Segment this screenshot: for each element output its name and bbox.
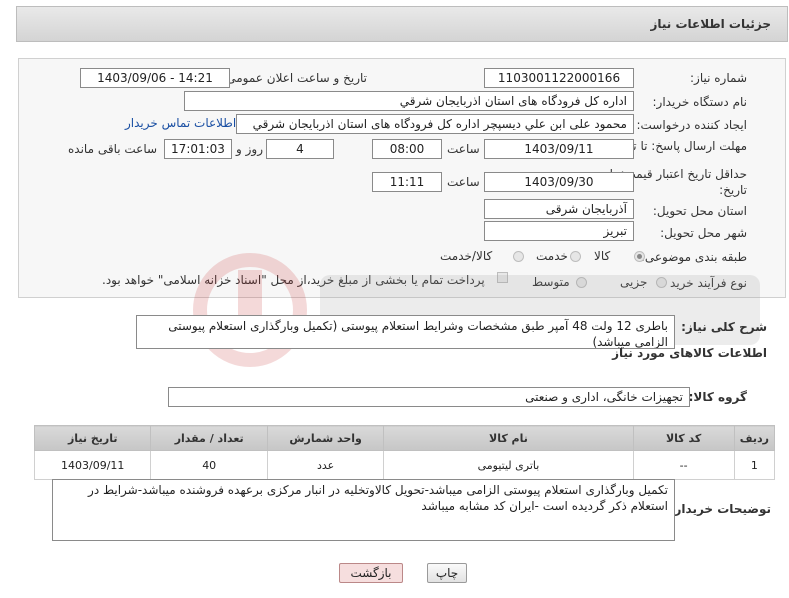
col-name: نام کالا — [383, 425, 634, 451]
page-title: جزئیات اطلاعات نیاز — [650, 17, 771, 31]
col-index: ردیف — [733, 425, 776, 451]
days-field: 4 — [266, 139, 334, 159]
creator-field: محمود علی ابن علي ديسپچر اداره کل فرودگا… — [236, 114, 634, 134]
category-radio-goods-service[interactable] — [513, 251, 524, 262]
col-unit: واحد شمارش — [266, 425, 385, 451]
col-date: تاریخ نیاز — [33, 425, 152, 451]
remaining-time-field: 17:01:03 — [164, 139, 232, 159]
col-qty: تعداد / مقدار — [150, 425, 268, 451]
buyer-org-field: اداره کل فرودگاه های استان اذربایجان شرق… — [184, 91, 634, 111]
description-textarea: باطری 12 ولت 48 آمپر طبق مشخصات وشرایط ا… — [136, 315, 675, 349]
category-radio-service[interactable] — [570, 251, 581, 262]
row-index: 1 — [733, 450, 776, 480]
province-field: آذربایجان شرقی — [484, 199, 634, 219]
category-radio-goods[interactable] — [634, 251, 645, 262]
process-radio-minor[interactable] — [656, 277, 667, 288]
category-option-goods: کالا — [594, 249, 611, 263]
row-qty: 40 — [150, 450, 268, 480]
back-button[interactable]: بازگشت — [339, 563, 403, 583]
buyer-notes-label: توضیحات خریدار: — [669, 502, 771, 516]
goods-group-field: تجهیزات خانگی، اداری و صنعتی — [168, 387, 690, 407]
remaining-label: ساعت باقی مانده — [68, 142, 158, 156]
goods-group-label: گروه کالا: — [688, 390, 747, 404]
category-option-goods-service: کالا/خدمت — [440, 249, 493, 263]
deadline-time-label: ساعت — [447, 142, 480, 156]
row-unit: عدد — [266, 450, 385, 480]
row-name: باتری لیتیومی — [383, 450, 634, 480]
process-option-medium: متوسط — [532, 275, 570, 289]
buyer-org-label: نام دستگاه خریدار: — [652, 95, 748, 109]
row-code: -- — [632, 450, 735, 480]
buyer-notes-textarea: تکمیل وبارگذاری استعلام پیوستی الزامی می… — [52, 479, 675, 541]
col-code: کد کالا — [632, 425, 735, 451]
print-button[interactable]: چاپ — [427, 563, 467, 583]
goods-section-title: اطلاعات کالاهای مورد نیاز — [612, 346, 767, 360]
announce-field: 1403/09/06 - 14:21 — [80, 68, 230, 88]
description-label: شرح کلی نیاز: — [681, 320, 767, 334]
creator-label: ایجاد کننده درخواست: — [636, 118, 747, 132]
category-option-service: خدمت — [536, 249, 568, 263]
contact-info-link[interactable]: اطلاعات تماس خریدار — [125, 116, 236, 130]
process-option-minor: جزیی — [620, 275, 648, 289]
validity-time-field: 11:11 — [372, 172, 442, 192]
validity-time-label: ساعت — [447, 175, 480, 189]
goods-table: ردیف کد کالا نام کالا واحد شمارش تعداد /… — [33, 425, 776, 480]
announce-label: تاریخ و ساعت اعلان عمومی: — [222, 71, 367, 85]
goods-table-header: ردیف کد کالا نام کالا واحد شمارش تعداد /… — [33, 425, 776, 451]
need-number-field: 1103001122000166 — [484, 68, 634, 88]
process-label: نوع فرآیند خرید : — [662, 276, 747, 290]
row-date: 1403/09/11 — [33, 450, 152, 480]
province-label: استان محل تحویل: — [652, 204, 747, 218]
city-field: تبریز — [484, 221, 634, 241]
days-label: روز و — [236, 142, 263, 156]
deadline-time-field: 08:00 — [372, 139, 442, 159]
treasury-payment-checkbox[interactable] — [497, 272, 508, 283]
deadline-date-field: 1403/09/11 — [484, 139, 634, 159]
need-number-label: شماره نیاز: — [690, 71, 747, 85]
payment-note: پرداخت تمام یا بخشی از مبلغ خرید،از محل … — [102, 273, 485, 287]
process-radio-medium[interactable] — [576, 277, 587, 288]
table-row: 1 -- باتری لیتیومی عدد 40 1403/09/11 — [33, 450, 776, 480]
city-label: شهر محل تحویل: — [660, 226, 747, 240]
validity-date-field: 1403/09/30 — [484, 172, 634, 192]
category-label: طبقه بندی موضوعی: — [640, 250, 747, 264]
page-header: جزئیات اطلاعات نیاز — [16, 6, 788, 42]
